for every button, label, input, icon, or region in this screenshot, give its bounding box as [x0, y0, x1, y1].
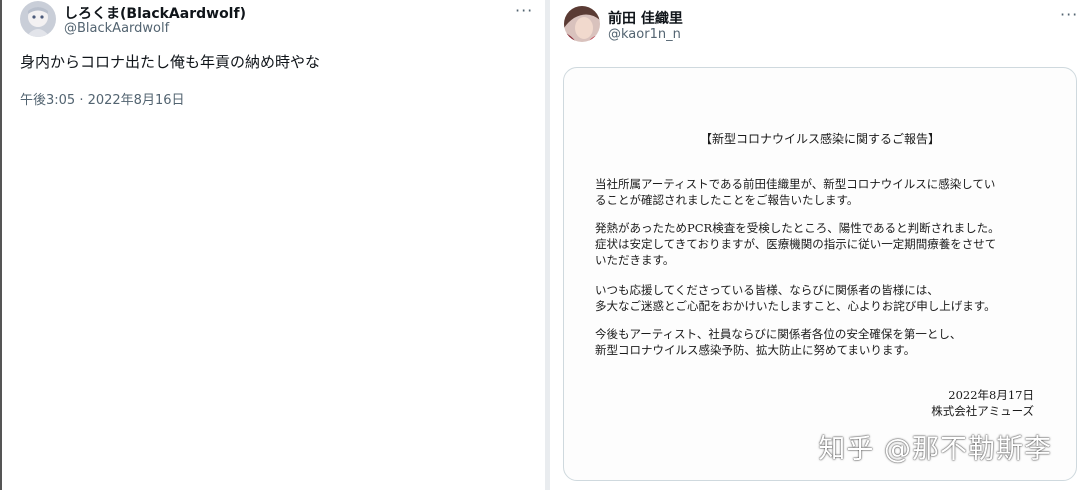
- document-paragraph: 今後もアーティスト、社員ならびに関係者各位の安全確保を第一とし、 新型コロナウイ…: [595, 326, 1035, 358]
- document-line: 発熱があったためPCR検査を受検したところ、陽性であると判断されました。: [595, 221, 1000, 235]
- right-tweet-panel: 前田 佳織里 @kaor1n_n ··· 【新型コロナウイルス感染に関するご報告…: [550, 0, 1082, 490]
- tweet-text: 身内からコロナ出たし俺も年貢の納め時やな: [20, 53, 321, 71]
- more-options-icon[interactable]: ···: [1060, 7, 1078, 23]
- document-company: 株式会社アミューズ: [931, 404, 1034, 418]
- attached-image[interactable]: 【新型コロナウイルス感染に関するご報告】 当社所属アーティストである前田佳織里が…: [563, 67, 1077, 481]
- left-tweet-panel: しろくま(BlackAardwolf) @BlackAardwolf ··· 身…: [0, 0, 545, 490]
- document-line: 新型コロナウイルス感染予防、拡大防止に努めてまいります。: [595, 343, 916, 357]
- display-name[interactable]: 前田 佳織里: [608, 8, 683, 28]
- document-paragraph: 当社所属アーティストである前田佳織里が、新型コロナウイルスに感染してい ることが…: [595, 176, 1035, 208]
- document-line: 多大なご迷惑とご心配をおかけいたしますこと、心よりお詫び申し上げます。: [595, 299, 996, 313]
- user-avatar[interactable]: [20, 1, 56, 37]
- document-line: いつも応援してくださっている皆様、ならびに関係者の皆様には、: [595, 283, 939, 297]
- document-paragraph: いつも応援してくださっている皆様、ならびに関係者の皆様には、 多大なご迷惑とご心…: [595, 282, 1035, 314]
- watermark: 知乎 @那不勒斯李: [818, 434, 1052, 465]
- document-date: 2022年8月17日: [948, 388, 1034, 402]
- more-options-icon[interactable]: ···: [515, 3, 533, 19]
- user-avatar[interactable]: [564, 6, 600, 42]
- display-name[interactable]: しろくま(BlackAardwolf): [64, 3, 246, 23]
- user-handle[interactable]: @BlackAardwolf: [64, 21, 169, 36]
- document-line: ることが確認されましたことをご報告いたします。: [595, 193, 859, 207]
- tweet-timestamp[interactable]: 午後3:05 · 2022年8月16日: [20, 89, 185, 108]
- document-line: 今後もアーティスト、社員ならびに関係者各位の安全確保を第一とし、: [595, 327, 962, 341]
- document-paragraph: 発熱があったためPCR検査を受検したところ、陽性であると判断されました。 症状は…: [595, 220, 1035, 268]
- user-handle[interactable]: @kaor1n_n: [608, 27, 681, 42]
- document-line: いただきます。: [595, 253, 675, 267]
- document-title: 【新型コロナウイルス感染に関するご報告】: [699, 132, 940, 146]
- document-line: 当社所属アーティストである前田佳織里が、新型コロナウイルスに感染してい: [595, 177, 996, 191]
- document-line: 症状は安定してきておりますが、医療機関の指示に従い一定期間療養をさせて: [595, 237, 997, 251]
